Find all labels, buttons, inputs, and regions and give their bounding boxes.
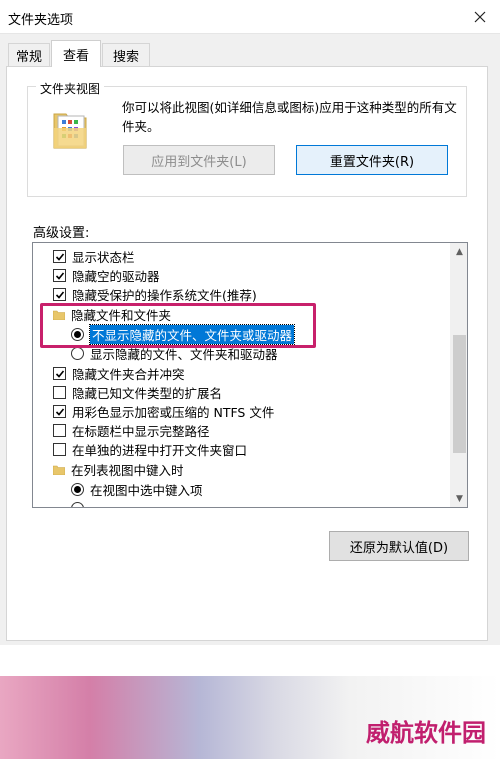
scroll-up-arrow-icon[interactable]: ▲ (451, 243, 467, 260)
checkbox[interactable] (53, 250, 66, 263)
reset-folders-label: 重置文件夹(R) (329, 154, 415, 170)
radio-dot (74, 486, 81, 493)
title-bar: 文件夹选项 (0, 0, 500, 34)
radio-button[interactable] (71, 347, 84, 360)
setting-color-ntfs[interactable]: 用彩色显示加密或压缩的 NTFS 文件 (53, 402, 274, 421)
folder-views-description: 你可以将此视图(如详细信息或图标)应用于这种类型的所有文件夹。 (122, 100, 457, 134)
tab-general[interactable]: 常规 (8, 43, 50, 67)
advanced-settings-list[interactable]: 显示状态栏 隐藏空的驱动器 隐藏受保护的操作系统文件(推荐) 隐藏文件和文件夹 … (32, 242, 468, 508)
restore-defaults-button[interactable]: 还原为默认值(D) (329, 531, 469, 561)
checkbox[interactable] (53, 288, 66, 301)
scroll-thumb[interactable] (453, 335, 466, 453)
folder-icon (53, 465, 65, 475)
folder-view-icon (53, 113, 87, 149)
checkbox[interactable] (53, 269, 66, 282)
radio-button[interactable] (71, 502, 84, 507)
vertical-scrollbar[interactable]: ▲ ▼ (450, 243, 467, 507)
close-button[interactable] (460, 0, 500, 33)
setting-group-typing: 在列表视图中键入时 (53, 460, 184, 479)
setting-hide-protected-os-files[interactable]: 隐藏受保护的操作系统文件(推荐) (53, 285, 257, 304)
advanced-settings-label: 高级设置: (33, 226, 90, 241)
checkmark-icon (55, 252, 64, 261)
tab-search[interactable]: 搜索 (102, 43, 150, 67)
setting-label: 隐藏空的驱动器 (72, 269, 160, 284)
checkbox[interactable] (53, 443, 66, 456)
setting-separate-process[interactable]: 在单独的进程中打开文件夹窗口 (53, 440, 247, 459)
setting-label: 隐藏文件夹合并冲突 (72, 367, 185, 382)
tab-search-label: 搜索 (112, 50, 139, 65)
checkmark-icon (55, 290, 64, 299)
window-title: 文件夹选项 (8, 13, 74, 28)
close-icon (474, 11, 486, 22)
apply-to-folders-button[interactable]: 应用到文件夹(L) (123, 145, 275, 175)
setting-full-path-title[interactable]: 在标题栏中显示完整路径 (53, 421, 210, 440)
folder-views-title: 文件夹视图 (36, 80, 105, 97)
checkbox[interactable] (53, 386, 66, 399)
watermark-text: 威航软件园 (366, 718, 486, 747)
tab-view-label: 查看 (62, 48, 89, 64)
checkbox[interactable] (53, 405, 66, 418)
setting-label: 隐藏已知文件类型的扩展名 (72, 386, 223, 401)
setting-label: 隐藏受保护的操作系统文件(推荐) (72, 288, 257, 303)
tab-view[interactable]: 查看 (51, 40, 101, 67)
setting-hide-extensions[interactable]: 隐藏已知文件类型的扩展名 (53, 383, 222, 402)
checkmark-icon (55, 369, 64, 378)
tab-general-label: 常规 (15, 50, 42, 65)
checkmark-icon (55, 271, 64, 280)
setting-hide-empty-drives[interactable]: 隐藏空的驱动器 (53, 266, 160, 285)
annotation-highlight (40, 303, 316, 348)
setting-label: 在视图中选中键入项 (90, 483, 203, 498)
checkbox[interactable] (53, 424, 66, 437)
setting-select-typed-item[interactable]: 在视图中选中键入项 (71, 480, 203, 499)
radio-button[interactable] (71, 483, 84, 496)
scroll-down-arrow-icon[interactable]: ▼ (451, 490, 467, 507)
setting-label: 在列表视图中键入时 (71, 463, 184, 478)
setting-show-status-bar[interactable]: 显示状态栏 (53, 247, 135, 266)
setting-hide-merge-conflicts[interactable]: 隐藏文件夹合并冲突 (53, 364, 185, 383)
setting-label: 在单独的进程中打开文件夹窗口 (72, 443, 248, 458)
setting-label: 显示状态栏 (72, 250, 135, 265)
setting-partial-row[interactable] (71, 499, 90, 507)
restore-defaults-label: 还原为默认值(D) (349, 540, 449, 556)
checkmark-icon (55, 407, 64, 416)
checkbox[interactable] (53, 367, 66, 380)
setting-label: 在标题栏中显示完整路径 (72, 424, 210, 439)
setting-label: 用彩色显示加密或压缩的 NTFS 文件 (72, 405, 275, 420)
reset-folders-button[interactable]: 重置文件夹(R) (296, 145, 448, 175)
apply-to-folders-label: 应用到文件夹(L) (151, 154, 247, 170)
